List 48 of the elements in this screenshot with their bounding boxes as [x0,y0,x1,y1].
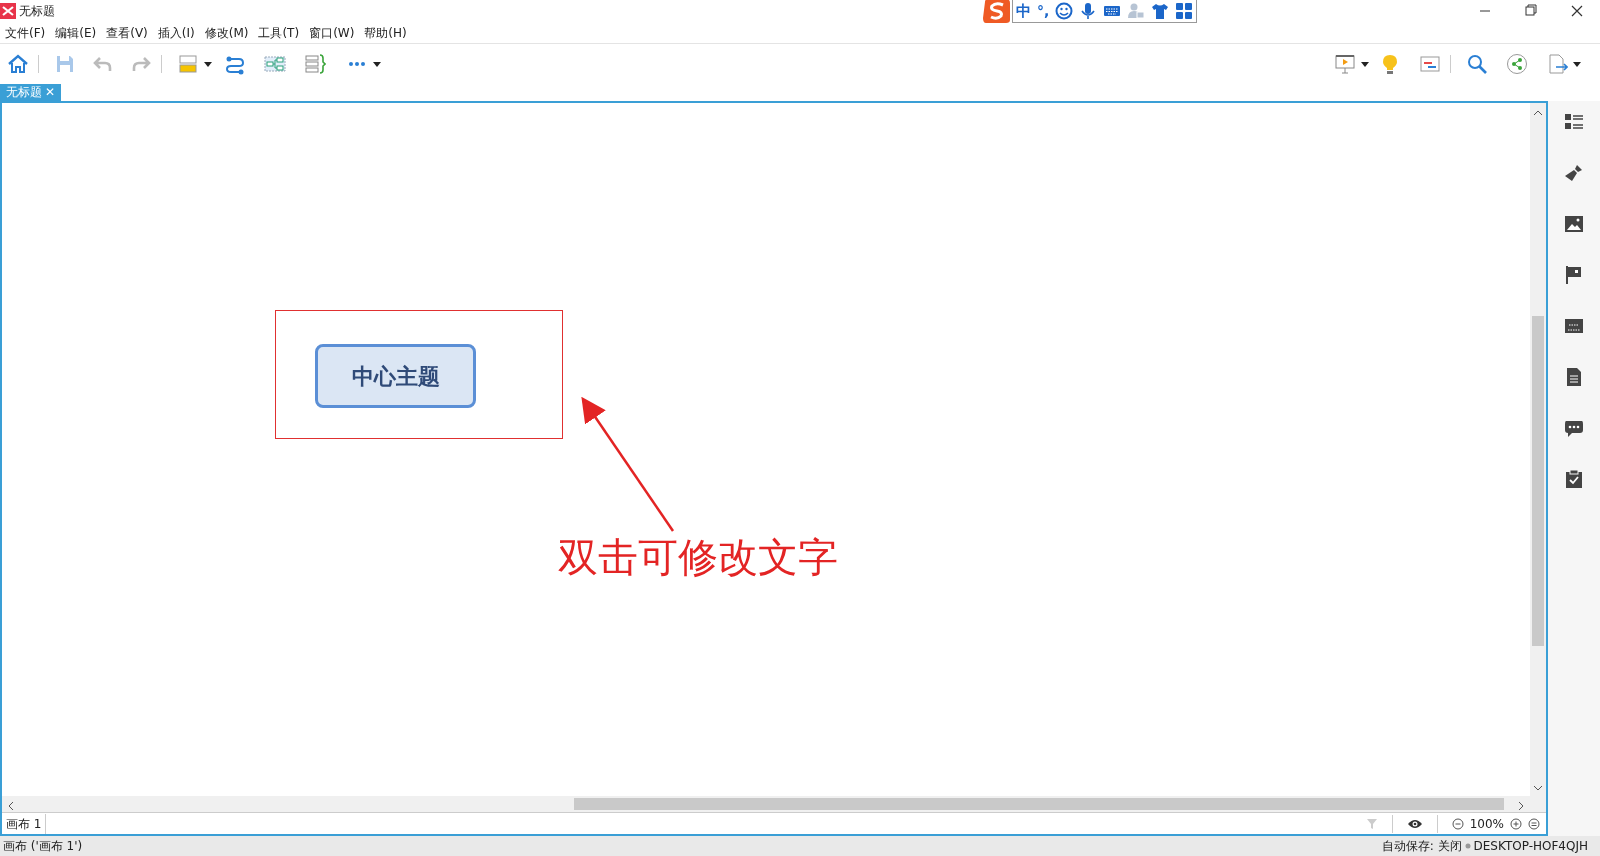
menu-item[interactable]: 修改(M) [199,21,254,44]
dropdown-caret-icon[interactable] [1572,59,1582,69]
dropdown-caret-icon[interactable] [372,59,382,69]
menu-item[interactable]: 查看(V) [101,21,153,44]
zoom-in-icon[interactable] [1510,817,1522,830]
menu-item[interactable]: 插入(I) [152,21,200,44]
clipboard-check-icon[interactable] [1564,469,1584,489]
grid-icon[interactable] [1175,2,1194,20]
annotation-text: 双击可修改文字 [558,533,838,582]
scrollbar-thumb[interactable] [574,798,1504,810]
menu-item[interactable]: 编辑(E) [50,21,102,44]
gantt-icon[interactable] [1419,53,1441,75]
home-icon[interactable] [7,53,29,75]
dropdown-caret-icon[interactable] [203,59,213,69]
app-logo-icon [0,3,16,19]
document-icon[interactable] [1564,367,1584,387]
autosave-status: 自动保存: 关闭 [1381,838,1462,855]
search-icon[interactable] [1466,53,1488,75]
status-text: 画布 ('画布 1') [2,838,83,855]
ime-mode-toggle[interactable]: 中 [1016,0,1031,23]
eye-icon[interactable] [1406,817,1423,830]
menu-item[interactable]: 工具(T) [253,21,305,44]
zoom-out-icon[interactable] [1451,817,1464,830]
summary-icon[interactable] [304,53,326,75]
smiley-icon[interactable] [1055,2,1074,20]
computer-name: DESKTOP-HOF4QJH [1473,838,1589,855]
menu-item[interactable]: 窗口(W) [304,21,360,44]
brush-icon[interactable] [1564,163,1584,183]
zoom-level: 100% [1469,815,1504,833]
share-icon[interactable] [1506,53,1528,75]
microphone-icon[interactable] [1079,2,1098,20]
shirt-icon[interactable] [1151,2,1170,20]
status-dot-icon [1464,843,1471,849]
dropdown-caret-icon[interactable] [1360,59,1370,69]
scrollbar-thumb[interactable] [1532,316,1544,646]
fit-icon[interactable] [1528,817,1540,830]
text-format-icon[interactable] [1564,316,1584,336]
presentation-icon[interactable] [1334,53,1356,75]
menu-item[interactable]: 文件(F) [0,21,51,44]
image-icon[interactable] [1564,214,1584,234]
comment-icon[interactable] [1564,418,1584,438]
outline-icon[interactable] [1564,112,1584,132]
menu-item[interactable]: 帮助(H) [359,21,412,44]
window-title: 无标题 [19,3,55,20]
flag-icon[interactable] [1564,265,1584,285]
punctuation-toggle[interactable]: °, [1037,0,1050,22]
central-topic[interactable]: 中心主题 [315,344,476,408]
ime-logo-icon[interactable] [982,0,1012,24]
